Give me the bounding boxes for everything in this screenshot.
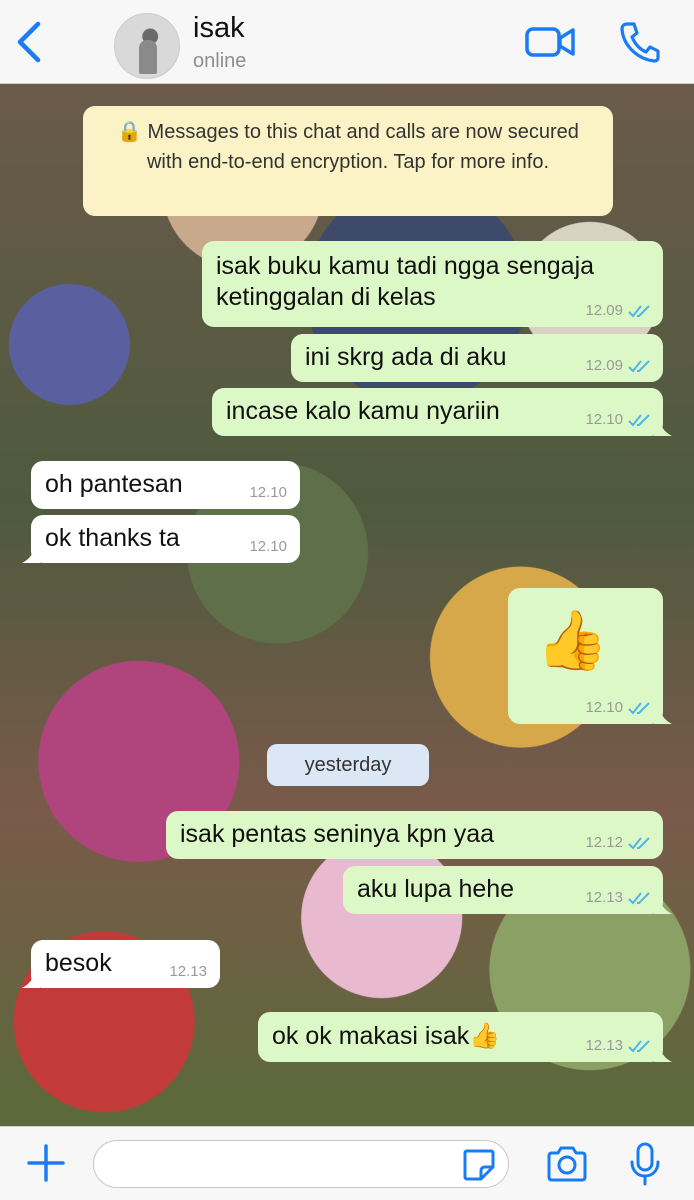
bubble-tail <box>654 418 672 436</box>
message-time: 12.10 <box>585 699 623 716</box>
bubble-tail <box>654 1044 672 1062</box>
contact-name[interactable]: isak <box>193 12 245 45</box>
double-check-icon <box>628 702 650 715</box>
chat-area[interactable]: 🔒 Messages to this chat and calls are no… <box>0 84 694 1126</box>
double-check-icon <box>628 414 650 427</box>
message-incoming[interactable]: besok 12.13 <box>22 940 220 988</box>
message-time: 12.10 <box>249 484 287 501</box>
message-text: ini skrg ada di aku <box>305 343 507 371</box>
message-text: isak buku kamu tadi ngga sengaja <box>216 252 595 280</box>
message-outgoing[interactable]: isak buku kamu tadi ngga sengaja ketingg… <box>202 241 663 327</box>
composer-bar <box>0 1126 694 1200</box>
chat-header: isak online <box>0 0 694 84</box>
message-time: 12.13 <box>585 889 623 906</box>
message-text: ketinggalan di kelas <box>216 283 436 311</box>
message-text: besok <box>45 949 112 977</box>
phone-icon[interactable] <box>618 20 660 64</box>
message-time: 12.09 <box>585 302 623 319</box>
microphone-icon[interactable] <box>627 1141 663 1187</box>
message-time: 12.13 <box>585 1037 623 1054</box>
message-outgoing[interactable]: ini skrg ada di aku 12.09 <box>291 334 663 382</box>
bubble-tail <box>22 545 40 563</box>
chevron-left-icon[interactable] <box>12 20 46 64</box>
message-outgoing[interactable]: incase kalo kamu nyariin 12.10 <box>212 388 672 436</box>
double-check-icon <box>628 892 650 905</box>
double-check-icon <box>628 837 650 850</box>
video-camera-icon[interactable] <box>524 22 576 62</box>
double-check-icon <box>628 305 650 318</box>
message-time: 12.09 <box>585 357 623 374</box>
plus-icon[interactable] <box>26 1143 66 1183</box>
message-outgoing[interactable]: isak pentas seninya kpn yaa 12.12 <box>166 811 663 859</box>
message-time: 12.10 <box>249 538 287 555</box>
date-separator: yesterday <box>267 744 429 786</box>
encryption-notice[interactable]: 🔒 Messages to this chat and calls are no… <box>83 106 613 216</box>
message-input[interactable] <box>93 1140 509 1188</box>
bubble-tail <box>654 896 672 914</box>
message-text: isak pentas seninya kpn yaa <box>180 820 495 848</box>
double-check-icon <box>628 360 650 373</box>
message-outgoing-emoji[interactable]: 👍 12.10 <box>508 588 672 724</box>
message-text: oh pantesan <box>45 470 183 498</box>
message-time: 12.12 <box>585 834 623 851</box>
bubble-tail <box>654 706 672 724</box>
message-outgoing[interactable]: ok ok makasi isak👍 12.13 <box>258 1012 672 1062</box>
bubble-tail <box>22 970 40 988</box>
double-check-icon <box>628 1040 650 1053</box>
message-time: 12.10 <box>585 411 623 428</box>
avatar[interactable] <box>114 13 180 79</box>
message-text: aku lupa hehe <box>357 875 515 903</box>
message-outgoing[interactable]: aku lupa hehe 12.13 <box>343 866 672 914</box>
message-text: ok thanks ta <box>45 524 180 552</box>
contact-status: online <box>193 50 247 72</box>
message-incoming[interactable]: ok thanks ta 12.10 <box>22 515 300 563</box>
message-time: 12.13 <box>169 963 207 980</box>
thumbs-up-emoji: 👍 <box>536 608 609 673</box>
message-text: incase kalo kamu nyariin <box>226 397 500 425</box>
message-text: ok ok makasi isak👍 <box>272 1022 501 1050</box>
camera-icon[interactable] <box>545 1145 589 1183</box>
sticker-icon[interactable] <box>461 1147 497 1183</box>
message-incoming[interactable]: oh pantesan 12.10 <box>31 461 300 509</box>
